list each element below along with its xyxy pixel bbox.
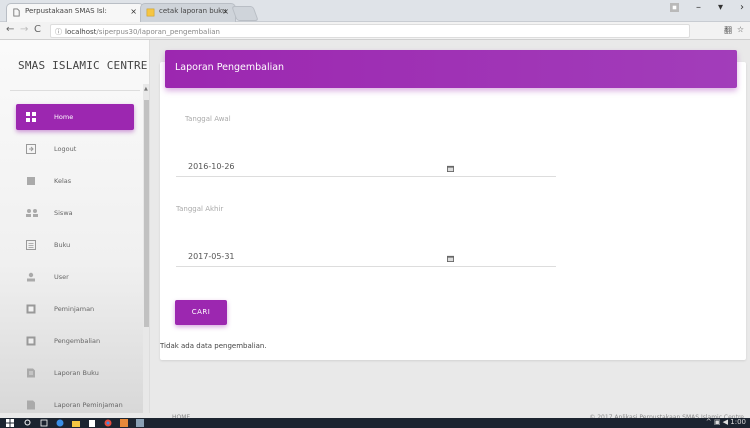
browser-tabbar: Perpustakaan SMAS Isl: × cetak laporan b… (0, 0, 750, 22)
sidebar-item-siswa[interactable]: Siswa (16, 200, 134, 226)
sidebar-item-label: Buku (54, 241, 71, 249)
sidebar: SMAS ISLAMIC CENTRE Home Logout Kelas Si… (0, 40, 150, 413)
url-host: localhost (65, 28, 97, 36)
sidebar-scrollbar[interactable]: ▲ ▼ (143, 84, 149, 413)
sidebar-item-label: Laporan Peminjaman (54, 401, 123, 409)
sidebar-item-label: Peminjaman (54, 305, 95, 313)
close-window-icon[interactable]: › (740, 2, 744, 13)
task-view-icon[interactable] (40, 419, 48, 427)
sidebar-item-laporan-peminjaman[interactable]: Laporan Peminjaman (16, 392, 134, 413)
calendar-icon[interactable] (447, 255, 454, 262)
close-tab-icon[interactable]: × (130, 7, 137, 16)
book-icon (26, 240, 36, 250)
sidebar-item-label: Pengembalian (54, 337, 101, 345)
start-date-input[interactable]: 2016-10-26 (188, 162, 235, 171)
end-date-label: Tanggal Akhir (176, 205, 224, 213)
class-icon (26, 176, 36, 186)
translate-icon[interactable]: 翻 (724, 25, 732, 36)
user-icon (26, 272, 36, 282)
scroll-thumb[interactable] (144, 100, 149, 327)
students-icon (26, 208, 38, 218)
scroll-up-icon[interactable]: ▲ (144, 86, 148, 92)
return-icon (26, 336, 36, 346)
report-icon (26, 368, 36, 378)
url-input[interactable]: ⓘ localhost/siperpus30/laporan_pengembali… (50, 24, 690, 38)
logout-icon (26, 144, 36, 154)
back-icon[interactable]: ← (6, 24, 14, 35)
empty-state-message: Tidak ada data pengembalian. (160, 342, 267, 350)
system-tray[interactable]: ^ ▣ ◀ 1:00 (706, 418, 746, 426)
page-icon (13, 8, 20, 17)
windows-start-icon[interactable] (6, 419, 14, 427)
sidebar-item-pengembalian[interactable]: Pengembalian (16, 328, 134, 354)
file-explorer-icon[interactable] (72, 419, 80, 427)
sidebar-item-label: Siswa (54, 209, 73, 217)
page-icon (146, 8, 155, 17)
start-date-label: Tanggal Awal (185, 115, 231, 123)
app-icon[interactable] (136, 419, 144, 427)
os-taskbar: ^ ▣ ◀ 1:00 (0, 418, 750, 428)
end-date-input[interactable]: 2017-05-31 (188, 252, 235, 261)
store-icon[interactable] (88, 419, 96, 427)
minimize-icon[interactable]: – (696, 2, 701, 13)
url-path: /siperpus30/laporan_pengembalian (96, 28, 220, 36)
maximize-icon[interactable]: ▾ (718, 2, 723, 13)
close-tab-icon[interactable]: × (222, 7, 229, 16)
sidebar-item-label: Logout (54, 145, 77, 153)
search-button[interactable]: CARI (175, 300, 227, 325)
new-tab-button[interactable] (231, 6, 259, 21)
sidebar-item-peminjaman[interactable]: Peminjaman (16, 296, 134, 322)
browser-tab-title: cetak laporan buku (159, 7, 227, 15)
sidebar-item-kelas[interactable]: Kelas (16, 168, 134, 194)
page-title: Laporan Pengembalian (165, 50, 737, 88)
report-icon (26, 400, 36, 410)
info-icon: ⓘ (55, 28, 62, 36)
main-content: Laporan Pengembalian (150, 40, 750, 413)
edge-icon[interactable] (56, 419, 64, 427)
sidebar-item-buku[interactable]: Buku (16, 232, 134, 258)
sidebar-item-label: User (54, 273, 69, 281)
dashboard-icon (26, 112, 36, 122)
sidebar-item-label: Laporan Buku (54, 369, 99, 377)
address-bar: ← → C ⓘ localhost/siperpus30/laporan_peng… (0, 22, 750, 40)
end-date-underline (176, 266, 556, 267)
forward-icon[interactable]: → (20, 24, 28, 35)
sidebar-item-label: Home (54, 113, 74, 121)
browser-tab-inactive[interactable]: cetak laporan buku × (140, 3, 236, 22)
reload-icon[interactable]: C (34, 24, 41, 35)
search-icon[interactable] (24, 419, 32, 427)
browser-tab-active[interactable]: Perpustakaan SMAS Isl: × (6, 3, 144, 22)
browser-tab-title: Perpustakaan SMAS Isl: (25, 7, 107, 15)
borrow-icon (26, 304, 36, 314)
sidebar-item-user[interactable]: User (16, 264, 134, 290)
sidebar-item-home[interactable]: Home (16, 104, 134, 130)
divider (10, 90, 140, 91)
calendar-icon[interactable] (447, 165, 454, 172)
brand-title: SMAS ISLAMIC CENTRE (18, 59, 148, 72)
sidebar-item-label: Kelas (54, 177, 72, 185)
chrome-icon[interactable] (104, 419, 112, 427)
report-card (160, 62, 746, 360)
start-date-underline (176, 176, 556, 177)
sidebar-item-laporan-buku[interactable]: Laporan Buku (16, 360, 134, 386)
sidebar-item-logout[interactable]: Logout (16, 136, 134, 162)
app-icon[interactable] (120, 419, 128, 427)
bookmark-star-icon[interactable]: ☆ (737, 25, 744, 34)
user-profile-icon[interactable] (670, 3, 679, 15)
